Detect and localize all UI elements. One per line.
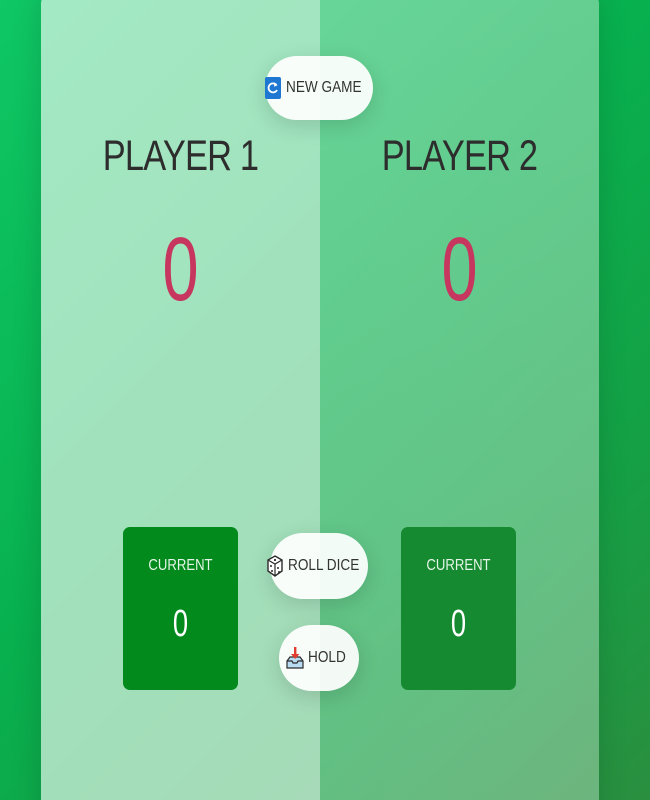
new-game-button[interactable]: NEW GAME [264, 56, 373, 120]
player-1-current-label: CURRENT [148, 557, 213, 574]
hold-label: HOLD [307, 649, 346, 666]
player-2-panel: PLAYER 2 0 CURRENT 0 [320, 0, 599, 800]
inbox-tray-icon [286, 646, 304, 670]
refresh-icon [264, 76, 282, 100]
player-2-current-score: 0 [450, 603, 467, 645]
player-2-name: PLAYER 2 [381, 132, 538, 180]
player-1-current-score: 0 [172, 603, 189, 645]
player-1-name: PLAYER 1 [102, 132, 259, 180]
hold-button[interactable]: HOLD [279, 625, 359, 691]
player-2-score: 0 [441, 220, 478, 320]
dice-icon [266, 554, 284, 578]
player-2-current-box: CURRENT 0 [401, 527, 516, 690]
player-1-score: 0 [162, 220, 199, 320]
roll-dice-button[interactable]: ROLL DICE [267, 533, 368, 599]
new-game-label: NEW GAME [285, 79, 362, 96]
roll-dice-label: ROLL DICE [288, 557, 360, 574]
player-1-panel: PLAYER 1 0 CURRENT 0 [41, 0, 320, 800]
player-2-current-label: CURRENT [426, 557, 491, 574]
player-1-current-box: CURRENT 0 [123, 527, 238, 690]
